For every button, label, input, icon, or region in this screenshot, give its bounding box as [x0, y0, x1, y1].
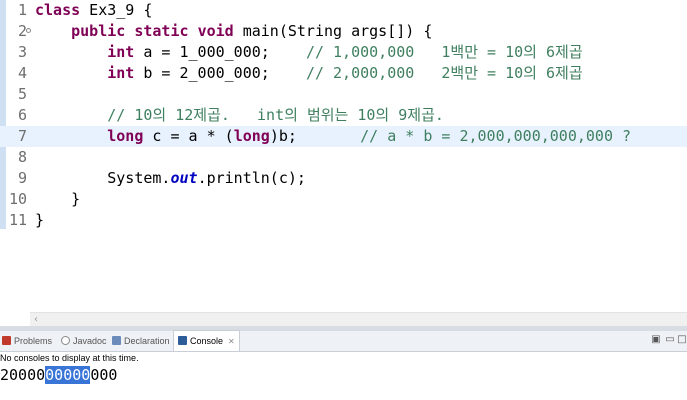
code-token: a = 1_000_000;: [134, 43, 306, 61]
fold-icon[interactable]: [26, 28, 31, 33]
line-number: 1: [17, 1, 27, 19]
code-line[interactable]: 11}: [0, 210, 687, 231]
keyword-token: int: [107, 64, 135, 82]
keyword-token: long: [107, 127, 144, 145]
line-number: 5: [17, 85, 27, 103]
line-number: 6: [17, 106, 27, 124]
problems-icon: [2, 336, 11, 345]
code-text: }: [35, 189, 80, 210]
javadoc-icon: [61, 336, 70, 345]
line-number: 11: [8, 211, 27, 229]
field-token: out: [170, 169, 198, 187]
tab-console[interactable]: Console ✕: [173, 330, 240, 351]
horizontal-scrollbar[interactable]: ‹: [30, 312, 687, 327]
output-text-end: 000: [90, 366, 118, 384]
code-text: public static void main(String args[]) {: [35, 21, 432, 42]
close-icon[interactable]: ✕: [228, 337, 235, 346]
keyword-token: public: [71, 22, 126, 40]
tab-declaration-label: Declaration: [124, 336, 170, 346]
comment-token: // 10의 12제곱. int의 범위는 10의 9제곱.: [107, 106, 444, 124]
line-number: 4: [17, 64, 27, 82]
code-line[interactable]: 8: [0, 147, 687, 168]
maximize-icon[interactable]: □: [676, 334, 687, 346]
line-number: 3: [17, 43, 27, 61]
keyword-token: static: [134, 22, 189, 40]
code-token: main(String args[]) {: [233, 22, 433, 40]
tab-javadoc-label: Javadoc: [73, 336, 107, 346]
console-message: No consoles to display at this time.: [0, 353, 139, 363]
code-token: }: [35, 190, 81, 208]
tab-declaration[interactable]: Declaration: [112, 331, 170, 351]
code-line[interactable]: 4 int b = 2_000_000; // 2,000,000 2백만 = …: [0, 63, 687, 84]
tab-javadoc[interactable]: Javadoc: [61, 331, 107, 351]
tab-problems[interactable]: Problems: [2, 331, 52, 351]
line-number: 8: [17, 148, 27, 166]
code-line[interactable]: 2 public static void main(String args[])…: [0, 21, 687, 42]
output-selected-text[interactable]: 00000: [45, 366, 91, 384]
code-token: c = a * (: [143, 127, 234, 145]
console-icon: [178, 336, 187, 345]
code-text: System.out.println(c);: [35, 168, 306, 189]
minimize-icon[interactable]: ▭: [664, 334, 676, 346]
code-text: }: [35, 210, 44, 231]
scroll-left-icon[interactable]: ‹: [34, 314, 38, 326]
code-token: b = 2_000_000;: [134, 64, 306, 82]
declaration-icon: [112, 336, 121, 345]
code-token: .println(c);: [197, 169, 306, 187]
code-line[interactable]: 9 System.out.println(c);: [0, 168, 687, 189]
code-token: )b;: [269, 127, 361, 145]
code-text: long c = a * (long)b; // a * b = 2,000,0…: [35, 126, 631, 147]
keyword-token: void: [197, 22, 234, 40]
code-token: Ex3_9 {: [80, 1, 153, 19]
console-output[interactable]: 2000000000000: [0, 366, 117, 385]
keyword-token: int: [107, 43, 135, 61]
tab-problems-label: Problems: [14, 336, 53, 346]
code-text: int a = 1_000_000; // 1,000,000 1백만 = 10…: [35, 42, 583, 63]
code-text: int b = 2_000_000; // 2,000,000 2백만 = 10…: [35, 63, 583, 84]
code-text: // 10의 12제곱. int의 범위는 10의 9제곱.: [35, 105, 444, 126]
code-line[interactable]: 3 int a = 1_000_000; // 1,000,000 1백만 = …: [0, 42, 687, 63]
code-text: class Ex3_9 {: [35, 0, 152, 21]
code-token: System.: [35, 169, 171, 187]
code-line[interactable]: 7 long c = a * (long)b; // a * b = 2,000…: [0, 126, 687, 147]
comment-token: // a * b = 2,000,000,000,000 ?: [360, 127, 632, 145]
tab-console-label: Console: [190, 336, 224, 346]
output-text: 20000: [0, 366, 46, 384]
code-token: }: [35, 211, 45, 229]
code-line[interactable]: 5: [0, 84, 687, 105]
open-console-icon[interactable]: ▣: [650, 334, 662, 346]
comment-token: // 1,000,000 1백만 = 10의 6제곱: [305, 43, 583, 61]
comment-token: // 2,000,000 2백만 = 10의 6제곱: [305, 64, 583, 82]
code-line[interactable]: 1 class Ex3_9 {: [0, 0, 687, 21]
line-number: 10: [8, 190, 27, 208]
line-number: 2: [17, 22, 27, 40]
keyword-token: long: [233, 127, 270, 145]
bottom-panel-tabbar: Problems Javadoc Declaration Console ✕ ▣ …: [0, 330, 687, 352]
line-number: 7: [17, 127, 27, 145]
code-editor[interactable]: 1 class Ex3_9 {2 public static void main(…: [0, 0, 687, 312]
keyword-token: class: [35, 1, 81, 19]
line-number: 9: [17, 169, 27, 187]
code-line[interactable]: 6 // 10의 12제곱. int의 범위는 10의 9제곱.: [0, 105, 687, 126]
code-line[interactable]: 10 }: [0, 189, 687, 210]
console-view[interactable]: No consoles to display at this time. 200…: [0, 352, 687, 400]
